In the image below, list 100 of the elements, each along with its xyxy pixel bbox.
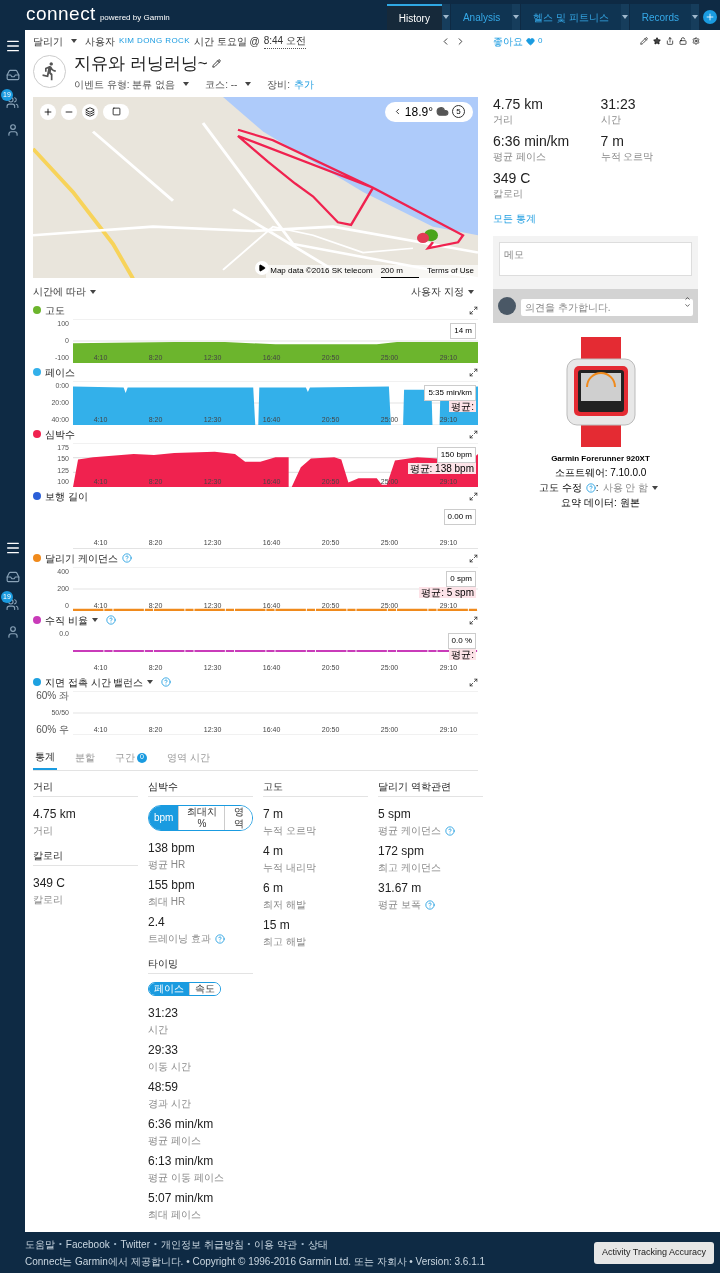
footer-link[interactable]: 이용 약관 [254,1236,298,1252]
nav-tab[interactable]: Records [629,4,691,30]
menu-icon[interactable] [4,540,21,556]
footer-link[interactable]: 도움말 [25,1236,55,1252]
summary-value: 349 C [493,170,532,186]
connections-icon[interactable] [6,96,19,109]
separator-dot: • [154,1238,157,1250]
comment-field[interactable]: 의견을 추가합니다. [521,299,693,316]
footer-link[interactable]: 개인정보 취급방침 [160,1236,244,1252]
add-button[interactable] [703,10,717,24]
edit-icon[interactable] [640,37,648,45]
stat-value: 7 m [263,806,284,823]
connections-icon[interactable] [6,598,19,611]
nav-dropdown[interactable] [691,4,699,30]
like-count: 0 [538,35,543,47]
footer-link[interactable]: 상태 [308,1236,328,1252]
down-icon[interactable] [684,302,691,309]
summary-label: 시간 [600,113,622,127]
profile-icon[interactable] [5,625,20,639]
event-type[interactable]: 이벤트 유형: 분류 없음 [74,76,176,92]
x-axis-selector[interactable]: 시간에 따라 [33,284,86,299]
date-label: 시간 토요일 @ [194,34,260,49]
caret-icon [468,289,474,294]
edit-icon[interactable] [211,59,221,69]
expand-icon[interactable] [469,367,478,377]
stats-tab[interactable]: 통계 [33,749,57,770]
inbox-icon[interactable] [5,68,20,82]
section-heading: 심박수 [148,779,253,797]
stat-label: 평균 보폭 [378,898,421,912]
stat-label: 평균 페이스 [148,1134,201,1148]
nav-tab[interactable]: Analysis [450,4,513,30]
chart-title: 보행 길이 [45,489,88,504]
software-version: 소프트웨어: 7.10.0.0 [553,466,648,480]
share-icon[interactable] [666,37,674,45]
footer-link[interactable]: Facebook [65,1236,110,1252]
toggle-option[interactable]: 영역 [224,806,252,830]
chart-title: 페이스 [45,365,75,380]
caret-icon [71,39,77,43]
square-icon [111,107,121,116]
settings-icon[interactable] [692,37,700,45]
value-tooltip: 0.00 m [443,509,476,525]
menu-icon[interactable] [4,38,21,54]
expand-icon[interactable] [469,491,478,501]
separator-dot: • [301,1238,304,1250]
summary-label: 칼로리 [493,187,524,201]
heart-icon [526,36,535,46]
stat-label: 최대 페이스 [148,1208,201,1222]
stat-value: 4.75 km [33,806,77,823]
value-tooltip: 14 m [450,323,476,339]
up-icon[interactable] [684,295,691,302]
map-scale: 200 m [380,265,419,278]
custom-selector[interactable]: 사용자 지정 [411,284,464,299]
temperature: 18.9° [404,103,433,121]
expand-icon[interactable] [469,553,478,563]
activity-type[interactable]: 달리기 [33,33,63,49]
stat-value: 2.4 [148,914,166,931]
summary-value: 4.75 km [493,96,544,112]
star-icon[interactable] [653,37,661,45]
stat-label: 최고 케이던스 [378,861,441,875]
stat-value: 48:59 [148,1079,180,1096]
stat-label: 최고 해발 [263,935,306,949]
toggle-option[interactable]: 속도 [189,983,220,995]
stat-label: 평균 HR [148,858,186,872]
value-tooltip: 0.0 % [447,633,476,649]
notes-field[interactable]: 메모 [499,242,692,276]
nav-tab[interactable]: History [386,4,442,30]
gear-label: 장비: [267,77,291,92]
stat-value: 349 C [33,875,67,892]
y-tick-label: 60% 우 [36,725,69,735]
stat-value: 6:13 min/km [148,1153,215,1170]
stat-label: 칼로리 [33,893,63,907]
course[interactable]: 코스: -- [205,76,238,92]
expand-icon[interactable] [469,305,478,315]
inbox-icon[interactable] [5,570,20,584]
stat-value: 172 spm [378,843,426,860]
copyright: Connect는 Garmin에서 제공합니다. • Copyright © 1996-2016 Garmin Ltd. 또는 자회사 • Version: 3.6.1.1 [25,1254,486,1269]
stat-value: 29:33 [148,1042,180,1059]
terms-link[interactable]: Terms of Use [426,265,474,278]
stat-label: 시간 [148,1023,168,1037]
elevation-correction-value[interactable]: 사용 안 함 [602,480,649,495]
elevation-correction-label: 고도 수정 [538,481,582,495]
footer-link[interactable]: Twitter [120,1236,150,1252]
unlock-icon[interactable] [679,37,687,45]
expand-icon[interactable] [469,429,478,439]
stat-label: 평균 이동 페이스 [148,1171,224,1185]
profile-icon[interactable] [5,123,20,137]
stat-label: 이동 시간 [148,1060,191,1074]
chart-title: 지면 접촉 시간 밸런스 [45,675,144,690]
expand-icon[interactable] [469,677,478,687]
chart-title: 수직 비율 [45,613,88,628]
caret-icon [652,485,659,490]
nav-tab[interactable]: 헬스 및 피트니스 [521,4,621,30]
stat-value: 6 m [263,880,284,897]
stat-label: 최저 해발 [263,898,306,912]
activity-tracking-accuracy-button[interactable]: Activity Tracking Accuracy [593,1241,714,1264]
logo[interactable]: connect [26,4,96,23]
expand-icon[interactable] [469,615,478,625]
section-heading: 타이밍 [148,956,253,974]
stat-value: 4 m [263,843,284,860]
logo-tagline: powered by Garmin [99,12,170,24]
